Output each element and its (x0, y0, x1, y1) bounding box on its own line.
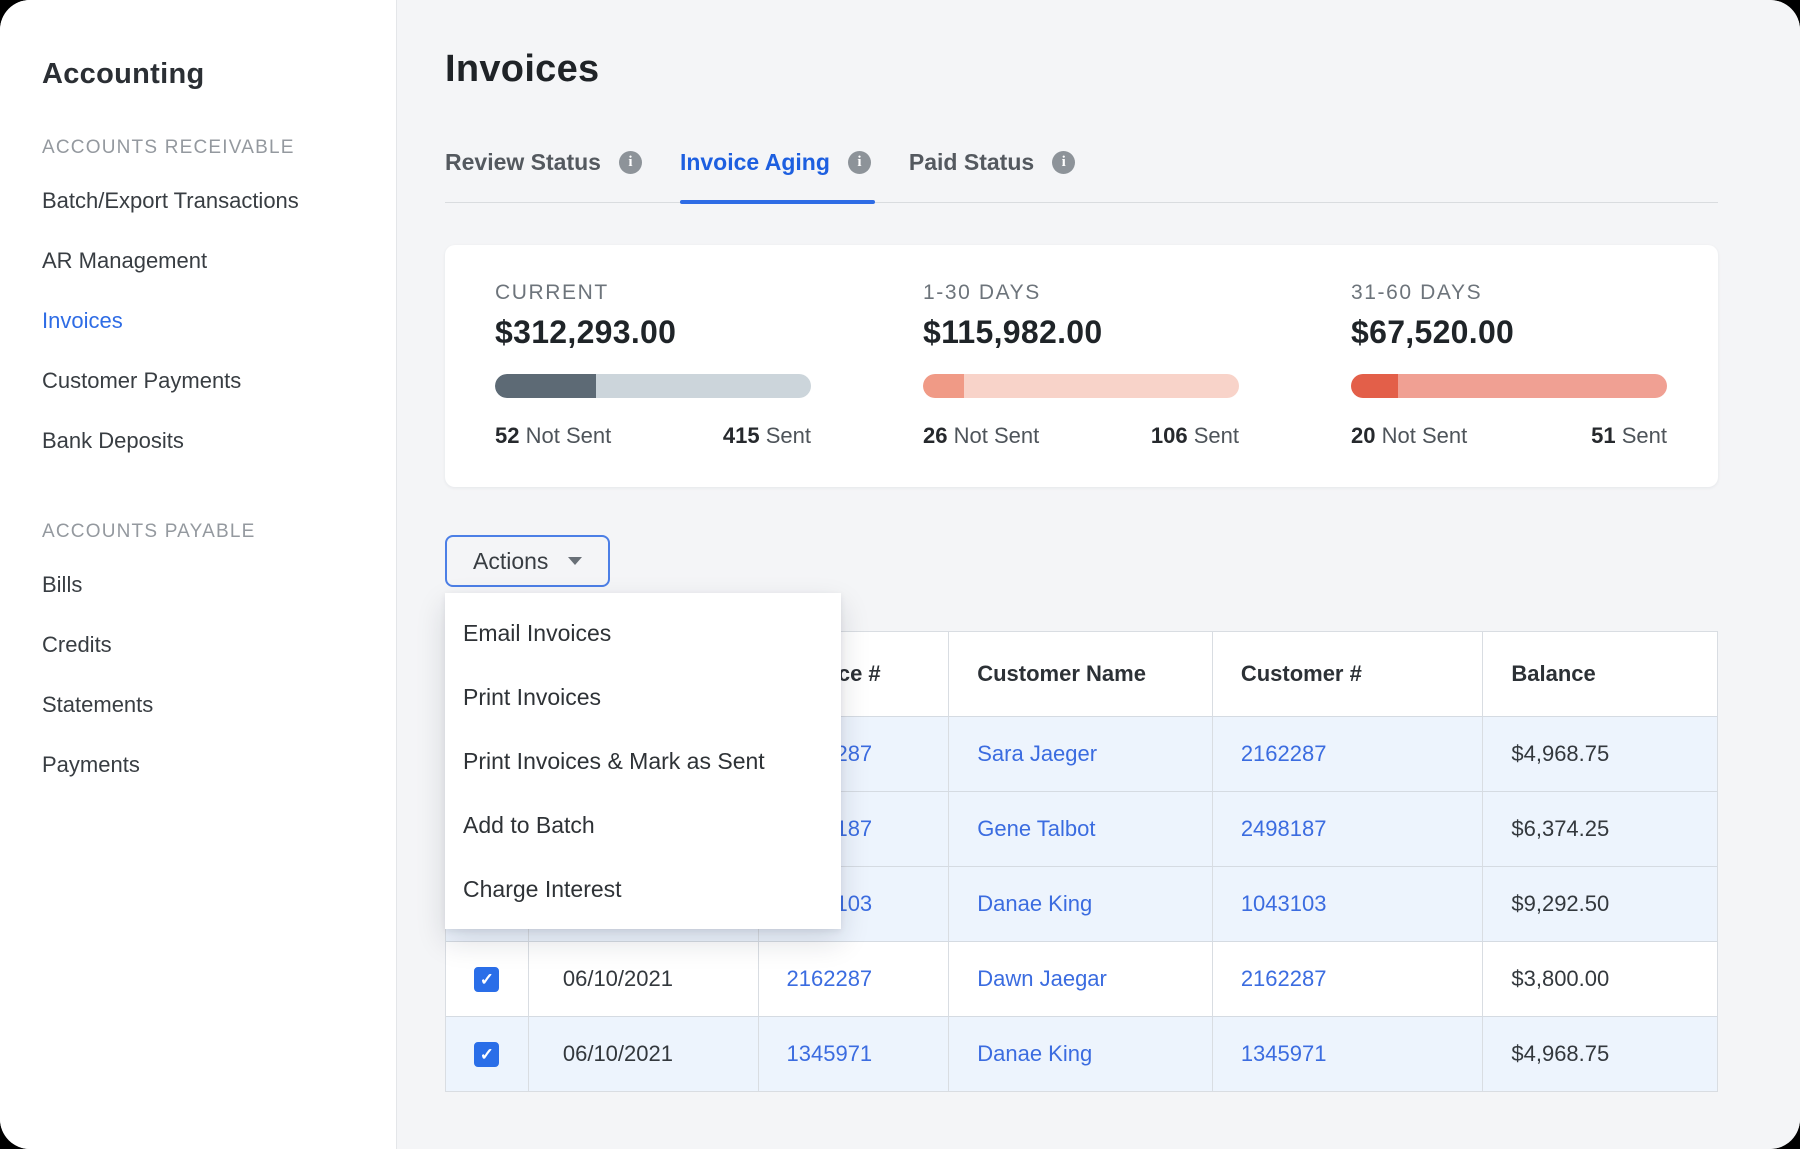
bucket-amount: $312,293.00 (495, 314, 811, 351)
sent-count: 106 (1151, 423, 1188, 448)
sidebar: Accounting ACCOUNTS RECEIVABLE Batch/Exp… (0, 0, 397, 1149)
customer-name-link[interactable]: Sara Jaeger (977, 741, 1097, 767)
invoice-number-link[interactable]: 1345971 (787, 1041, 873, 1067)
tab-review-status-label: Review Status (445, 149, 601, 176)
progress-bar-fill (923, 374, 964, 398)
tab-bar: Review Status i Invoice Aging i Paid Sta… (445, 149, 1718, 203)
not-sent-label: Not Sent (1382, 423, 1468, 448)
sent-progress-bar (495, 374, 811, 398)
balance-cell: $3,800.00 (1483, 942, 1717, 1016)
balance-cell: $9,292.50 (1483, 867, 1717, 941)
customer-name-link[interactable]: Danae King (977, 891, 1092, 917)
bucket-amount: $67,520.00 (1351, 314, 1667, 351)
header-customer-name: Customer Name (949, 632, 1213, 716)
menu-item-print-invoices[interactable]: Print Invoices (445, 665, 841, 729)
sidebar-item-batch-export-transactions[interactable]: Batch/Export Transactions (42, 171, 366, 231)
not-sent-count: 52 (495, 423, 519, 448)
app-window: Accounting ACCOUNTS RECEIVABLE Batch/Exp… (0, 0, 1800, 1149)
page-title: Invoices (445, 48, 1718, 91)
bucket-label: 1-30 DAYS (923, 281, 1239, 305)
bucket-counts: 26 Not Sent 106 Sent (923, 423, 1239, 449)
table-row: 06/10/2021 2162287 Dawn Jaegar 2162287 $… (446, 941, 1717, 1016)
sidebar-item-ar-management[interactable]: AR Management (42, 231, 366, 291)
tab-paid-status-label: Paid Status (909, 149, 1034, 176)
customer-name-link[interactable]: Gene Talbot (977, 816, 1095, 842)
sent-label: Sent (766, 423, 811, 448)
sidebar-item-credits[interactable]: Credits (42, 615, 366, 675)
sent-progress-bar (923, 374, 1239, 398)
info-icon[interactable]: i (619, 151, 642, 174)
sidebar-title: Accounting (42, 58, 366, 91)
tab-review-status[interactable]: Review Status i (445, 149, 646, 202)
customer-number-link[interactable]: 1043103 (1241, 891, 1327, 917)
aging-summary-card: CURRENT $312,293.00 52 Not Sent 415 Sent… (445, 245, 1718, 487)
bucket-label: 31-60 DAYS (1351, 281, 1667, 305)
not-sent-count: 26 (923, 423, 947, 448)
sidebar-item-bills[interactable]: Bills (42, 555, 366, 615)
info-icon[interactable]: i (848, 151, 871, 174)
sent-label: Sent (1194, 423, 1239, 448)
accounts-payable-section: ACCOUNTS PAYABLE Bills Credits Statement… (42, 521, 366, 795)
invoice-number-link[interactable]: 2162287 (787, 966, 873, 992)
actions-menu-area: Actions Email Invoices Print Invoices Pr… (445, 535, 1718, 587)
info-icon[interactable]: i (1052, 151, 1075, 174)
customer-name-link[interactable]: Danae King (977, 1041, 1092, 1067)
actions-button[interactable]: Actions (445, 535, 610, 587)
actions-button-label: Actions (473, 548, 548, 575)
row-checkbox[interactable] (474, 1042, 499, 1067)
customer-number-link[interactable]: 2162287 (1241, 966, 1327, 992)
tab-paid-status[interactable]: Paid Status i (909, 149, 1079, 202)
actions-dropdown-menu: Email Invoices Print Invoices Print Invo… (445, 593, 841, 929)
sidebar-item-statements[interactable]: Statements (42, 675, 366, 735)
progress-bar-fill (495, 374, 596, 398)
sidebar-item-invoices[interactable]: Invoices (42, 291, 366, 351)
aging-bucket-1-30: 1-30 DAYS $115,982.00 26 Not Sent 106 Se… (923, 281, 1239, 449)
sidebar-item-payments[interactable]: Payments (42, 735, 366, 795)
accounts-payable-label: ACCOUNTS PAYABLE (42, 521, 366, 543)
header-customer-number: Customer # (1213, 632, 1484, 716)
customer-number-link[interactable]: 1345971 (1241, 1041, 1327, 1067)
tab-invoice-aging[interactable]: Invoice Aging i (680, 149, 875, 202)
row-checkbox[interactable] (474, 967, 499, 992)
main-content: Invoices Review Status i Invoice Aging i… (397, 0, 1800, 1149)
header-balance: Balance (1483, 632, 1717, 716)
aging-bucket-current: CURRENT $312,293.00 52 Not Sent 415 Sent (495, 281, 811, 449)
row-checkbox-cell (446, 942, 529, 1016)
accounts-receivable-section: ACCOUNTS RECEIVABLE Batch/Export Transac… (42, 137, 366, 471)
sent-count: 415 (723, 423, 760, 448)
sent-label: Sent (1622, 423, 1667, 448)
customer-name-link[interactable]: Dawn Jaegar (977, 966, 1107, 992)
not-sent-label: Not Sent (954, 423, 1040, 448)
balance-cell: $4,968.75 (1483, 717, 1717, 791)
row-checkbox-cell (446, 1017, 529, 1091)
tab-invoice-aging-label: Invoice Aging (680, 149, 830, 176)
not-sent-count: 20 (1351, 423, 1375, 448)
not-sent-label: Not Sent (526, 423, 612, 448)
customer-number-link[interactable]: 2162287 (1241, 741, 1327, 767)
chevron-down-icon (568, 557, 582, 565)
bucket-amount: $115,982.00 (923, 314, 1239, 351)
sidebar-item-bank-deposits[interactable]: Bank Deposits (42, 411, 366, 471)
bucket-label: CURRENT (495, 281, 811, 305)
date-cell: 06/10/2021 (529, 942, 759, 1016)
aging-bucket-31-60: 31-60 DAYS $67,520.00 20 Not Sent 51 Sen… (1351, 281, 1667, 449)
bucket-counts: 52 Not Sent 415 Sent (495, 423, 811, 449)
table-row: 06/10/2021 1345971 Danae King 1345971 $4… (446, 1016, 1717, 1091)
menu-item-print-invoices-mark-sent[interactable]: Print Invoices & Mark as Sent (445, 729, 841, 793)
sent-progress-bar (1351, 374, 1667, 398)
progress-bar-fill (1351, 374, 1398, 398)
menu-item-add-to-batch[interactable]: Add to Batch (445, 793, 841, 857)
sent-count: 51 (1591, 423, 1615, 448)
balance-cell: $4,968.75 (1483, 1017, 1717, 1091)
customer-number-link[interactable]: 2498187 (1241, 816, 1327, 842)
menu-item-charge-interest[interactable]: Charge Interest (445, 857, 841, 921)
accounts-receivable-label: ACCOUNTS RECEIVABLE (42, 137, 366, 159)
balance-cell: $6,374.25 (1483, 792, 1717, 866)
menu-item-email-invoices[interactable]: Email Invoices (445, 601, 841, 665)
sidebar-item-customer-payments[interactable]: Customer Payments (42, 351, 366, 411)
date-cell: 06/10/2021 (529, 1017, 759, 1091)
bucket-counts: 20 Not Sent 51 Sent (1351, 423, 1667, 449)
